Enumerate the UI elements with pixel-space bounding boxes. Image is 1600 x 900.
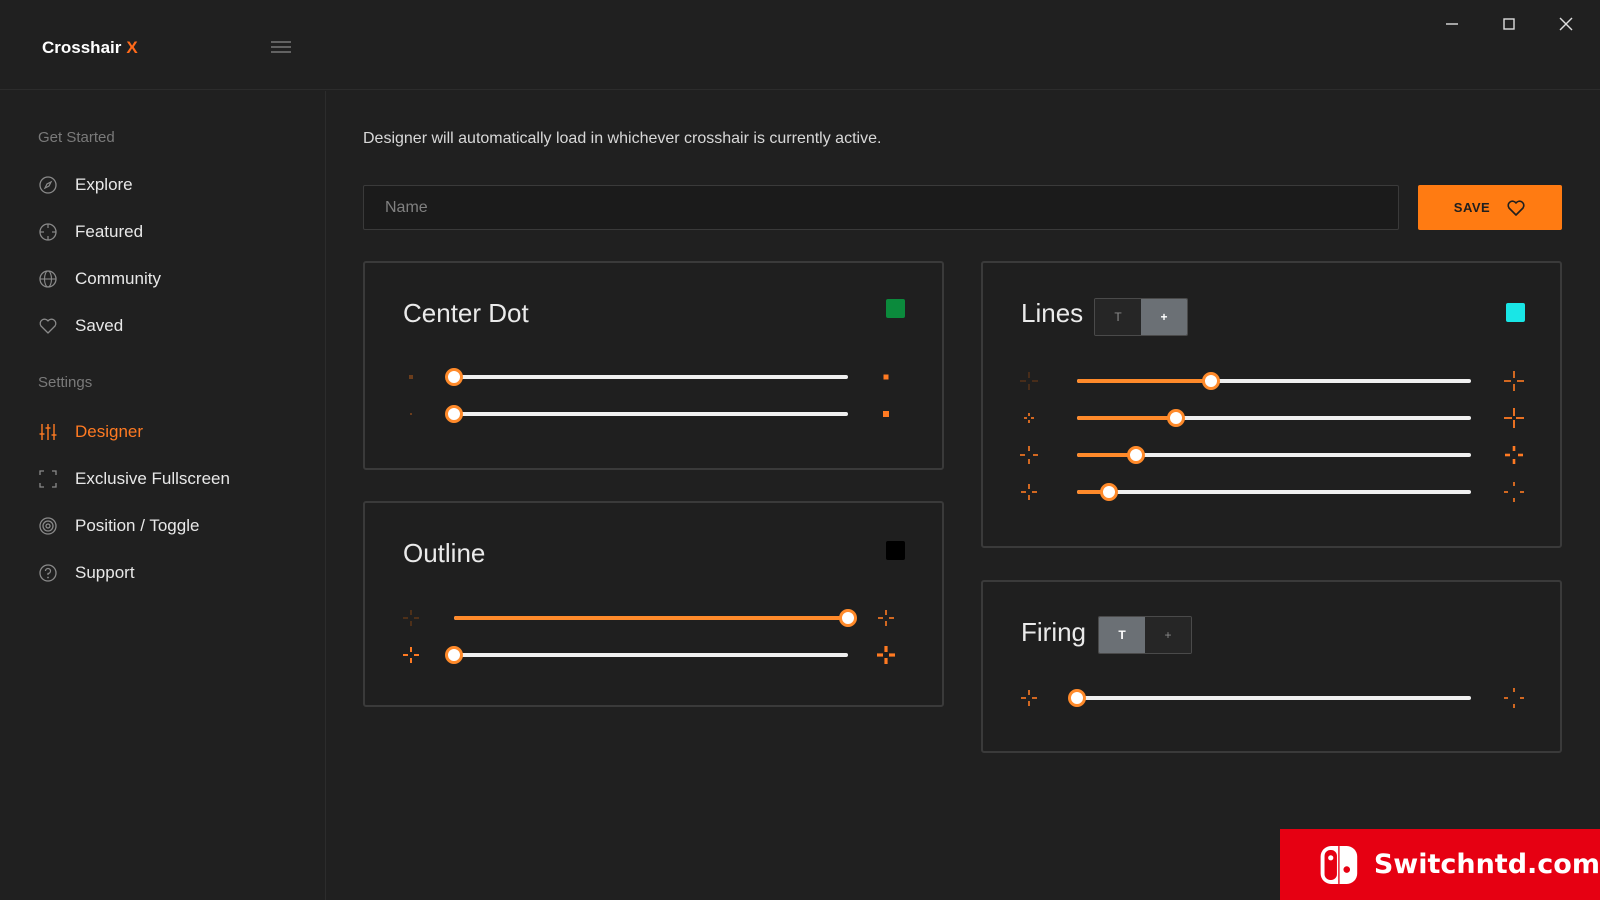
lines-style-toggle: T + xyxy=(1094,298,1188,336)
save-button-label: SAVE xyxy=(1453,200,1491,215)
crosshair-wide-gap-icon xyxy=(1504,688,1524,708)
firing-toggle-t[interactable]: T xyxy=(1099,617,1145,653)
lines-toggle-t[interactable]: T xyxy=(1095,299,1141,335)
dot-small-icon xyxy=(409,375,413,379)
sliders-icon xyxy=(39,424,57,440)
help-icon xyxy=(39,564,57,582)
watermark-text: Switchntd.com xyxy=(1373,849,1600,880)
crosshair-short-icon xyxy=(1024,413,1034,423)
crosshair-thick-icon xyxy=(877,646,895,664)
lines-toggle-plus[interactable]: + xyxy=(1141,299,1187,335)
switch-logo-icon xyxy=(1320,845,1358,884)
maximize-icon[interactable] xyxy=(1497,12,1521,36)
dot-faint-icon xyxy=(410,413,412,415)
crosshair-wide-gap-icon xyxy=(1504,482,1524,502)
center-dot-size-slider[interactable] xyxy=(445,368,848,386)
sidebar-item-featured[interactable]: Featured xyxy=(38,217,308,247)
dot-large-icon xyxy=(883,374,889,380)
lines-panel: Lines T + xyxy=(981,261,1562,548)
sidebar: Get Started Explore Featured Community S… xyxy=(0,91,326,900)
panel-title: Outline xyxy=(403,538,486,568)
crosshair-outline-icon xyxy=(878,610,894,626)
heart-icon xyxy=(1507,199,1525,216)
crosshair-icon xyxy=(39,223,57,241)
sidebar-item-label: Exclusive Fullscreen xyxy=(75,469,230,488)
watermark-banner: Switchntd.com xyxy=(1280,829,1600,900)
sidebar-item-label: Explore xyxy=(75,175,133,194)
sidebar-item-label: Saved xyxy=(75,316,124,335)
panel-title: Center Dot xyxy=(403,298,529,328)
lines-gap-slider[interactable] xyxy=(1077,483,1471,501)
crosshair-thin-icon xyxy=(403,647,419,663)
center-dot-opacity-slider[interactable] xyxy=(445,405,848,423)
hamburger-menu-icon[interactable] xyxy=(270,40,292,54)
crosshair-bold-icon xyxy=(1505,446,1523,464)
globe-icon xyxy=(39,270,57,288)
outline-panel: Outline xyxy=(363,501,944,707)
sidebar-item-saved[interactable]: Saved xyxy=(38,311,308,341)
sidebar-item-label: Designer xyxy=(75,422,144,441)
crosshair-name-input[interactable] xyxy=(363,185,1399,230)
sidebar-item-label: Community xyxy=(75,269,161,288)
firing-style-toggle: T + xyxy=(1098,616,1192,654)
center-dot-color-swatch[interactable] xyxy=(886,299,905,318)
sidebar-item-community[interactable]: Community xyxy=(38,264,308,294)
section-label-get-started: Get Started xyxy=(38,129,115,146)
section-label-settings: Settings xyxy=(38,374,93,391)
firing-toggle-plus[interactable]: + xyxy=(1145,617,1191,653)
outline-color-swatch[interactable] xyxy=(886,541,905,560)
heart-icon xyxy=(39,318,57,334)
panel-title: Firing xyxy=(1021,617,1087,647)
lines-thickness-slider[interactable] xyxy=(1077,446,1471,464)
crosshair-faint-icon xyxy=(403,610,419,626)
firing-gap-slider[interactable] xyxy=(1068,689,1471,707)
dot-solid-icon xyxy=(883,411,889,417)
sidebar-item-support[interactable]: Support xyxy=(38,558,308,588)
app-title-accent: X xyxy=(126,38,138,57)
sidebar-item-label: Featured xyxy=(75,222,144,241)
panel-title: Lines xyxy=(1021,298,1084,328)
crosshair-long-icon xyxy=(1504,371,1524,391)
sidebar-item-exclusive-fullscreen[interactable]: Exclusive Fullscreen xyxy=(38,464,308,494)
firing-panel: Firing T + xyxy=(981,580,1562,753)
sidebar-item-label: Position / Toggle xyxy=(75,516,200,535)
crosshair-small-gap-icon xyxy=(1021,690,1037,706)
app-title: Crosshair xyxy=(42,38,122,57)
crosshair-small-gap-icon xyxy=(1021,484,1037,500)
save-button[interactable]: SAVE xyxy=(1418,185,1562,230)
crosshair-long-icon xyxy=(1504,408,1524,428)
center-dot-panel: Center Dot xyxy=(363,261,944,470)
sidebar-item-label: Support xyxy=(75,563,135,582)
outline-thickness-slider[interactable] xyxy=(445,646,848,664)
designer-info-text: Designer will automatically load in whic… xyxy=(363,130,882,147)
sidebar-item-designer[interactable]: Designer xyxy=(38,417,308,447)
minimize-icon[interactable] xyxy=(1440,12,1464,36)
crosshair-narrow-gap-icon xyxy=(1020,446,1038,464)
compass-icon xyxy=(39,176,57,194)
sidebar-item-explore[interactable]: Explore xyxy=(38,170,308,200)
lines-length-slider[interactable] xyxy=(1077,409,1471,427)
title-bar: Crosshair X xyxy=(0,0,1600,90)
outline-opacity-slider[interactable] xyxy=(454,609,857,627)
target-icon xyxy=(39,517,57,535)
lines-color-swatch[interactable] xyxy=(1506,303,1525,322)
close-icon[interactable] xyxy=(1554,12,1578,36)
lines-opacity-slider[interactable] xyxy=(1077,372,1471,390)
crosshair-faint-icon xyxy=(1020,372,1038,390)
fullscreen-icon xyxy=(39,470,57,488)
app-logo: Crosshair X xyxy=(42,38,138,58)
sidebar-item-position-toggle[interactable]: Position / Toggle xyxy=(38,511,308,541)
